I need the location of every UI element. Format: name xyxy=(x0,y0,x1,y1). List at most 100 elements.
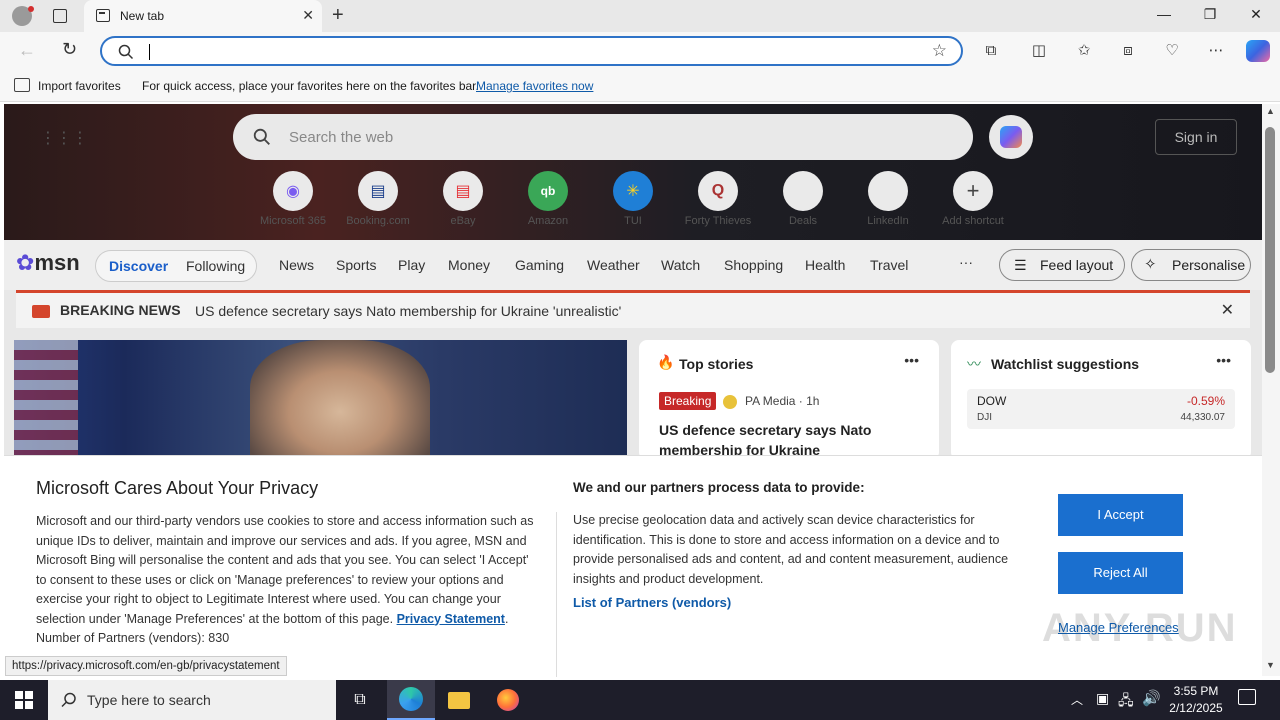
split-screen-icon[interactable]: ◫ xyxy=(1029,41,1049,61)
nav-news[interactable]: News xyxy=(279,257,314,273)
breaking-news-text[interactable]: US defence secretary says Nato membershi… xyxy=(195,303,621,319)
minimize-button[interactable]: — xyxy=(1154,6,1174,22)
card-more-icon[interactable]: ••• xyxy=(1216,352,1231,368)
folder-icon xyxy=(448,691,470,709)
favorite-star-icon[interactable]: ☆ xyxy=(932,41,947,61)
shortcut-forty-thieves[interactable]: Q Forty Thieves xyxy=(673,171,763,227)
manage-preferences-link[interactable]: Manage Preferences xyxy=(1058,620,1179,635)
privacy-body-text: Microsoft and our third-party vendors us… xyxy=(36,514,534,626)
breaking-news-banner[interactable]: BREAKING NEWS US defence secretary says … xyxy=(16,290,1250,328)
feed-toggle: Discover Following xyxy=(95,250,257,282)
card-more-icon[interactable]: ••• xyxy=(904,352,919,368)
network-icon[interactable]: 🖧 xyxy=(1118,690,1134,714)
system-clock[interactable]: 3:55 PM 2/12/2025 xyxy=(1166,683,1226,717)
tab-following[interactable]: Following xyxy=(186,258,245,274)
show-hidden-icons-icon[interactable]: ︿ xyxy=(1071,691,1083,708)
import-favorites-button[interactable]: Import favorites xyxy=(38,79,121,93)
favorites-bar: Import favorites For quick access, place… xyxy=(0,70,1280,102)
new-tab-button[interactable]: + xyxy=(332,4,344,27)
shortcut-deals[interactable]: Deals xyxy=(758,171,848,227)
back-button[interactable]: ← xyxy=(18,40,36,61)
privacy-title: Microsoft Cares About Your Privacy xyxy=(36,478,319,498)
nav-sports[interactable]: Sports xyxy=(336,257,376,273)
copilot-button[interactable] xyxy=(989,115,1033,159)
tab-new-tab[interactable]: New tab ✕ xyxy=(84,0,322,32)
msn-logo-text: msn xyxy=(34,250,80,275)
clock-time: 3:55 PM xyxy=(1173,684,1219,698)
extensions-icon[interactable]: ⧉ xyxy=(981,41,1001,61)
nav-money[interactable]: Money xyxy=(448,257,490,273)
shortcut-booking[interactable]: ▤ Booking.com xyxy=(333,171,423,227)
shortcut-add[interactable]: + Add shortcut xyxy=(928,171,1018,227)
nav-gaming[interactable]: Gaming xyxy=(515,257,564,273)
edge-taskbar-icon[interactable] xyxy=(387,680,435,720)
collections-icon[interactable]: ⧈ xyxy=(1118,41,1138,61)
shortcut-label: Add shortcut xyxy=(942,215,1004,227)
scrollbar-thumb[interactable] xyxy=(1265,127,1275,373)
tab-discover[interactable]: Discover xyxy=(109,258,168,274)
restore-button[interactable]: ❐ xyxy=(1200,6,1220,23)
privacy-statement-link[interactable]: Privacy Statement xyxy=(397,612,505,626)
tab-actions-icon[interactable] xyxy=(53,9,67,23)
top-stories-card: 🔥 Top stories ••• Breaking PA Media · 1h… xyxy=(639,340,939,478)
shortcut-amazon[interactable]: qb Amazon xyxy=(503,171,593,227)
shortcut-tui[interactable]: ✳ TUI xyxy=(588,171,678,227)
reject-all-button[interactable]: Reject All xyxy=(1058,552,1183,594)
sparkle-icon: ✧ xyxy=(1144,256,1157,273)
apps-launcher-icon[interactable]: ⋮⋮⋮ xyxy=(40,128,88,148)
taskbar-search-box[interactable]: Type here to search xyxy=(48,680,336,720)
web-search-box[interactable]: Search the web xyxy=(233,114,973,160)
accept-button[interactable]: I Accept xyxy=(1058,494,1183,536)
msn-logo[interactable]: ✿msn xyxy=(16,250,80,276)
scroll-up-icon[interactable]: ▲ xyxy=(1266,106,1275,116)
firefox-icon[interactable] xyxy=(484,680,532,720)
tab-title: New tab xyxy=(120,9,165,23)
stock-change: -0.59% xyxy=(1186,394,1225,408)
msn-butterfly-icon: ✿ xyxy=(16,250,35,275)
close-window-button[interactable]: ✕ xyxy=(1246,6,1266,23)
sign-in-button[interactable]: Sign in xyxy=(1155,119,1237,155)
nav-health[interactable]: Health xyxy=(805,257,845,273)
notification-dot xyxy=(28,6,34,12)
personalise-label: Personalise xyxy=(1172,257,1246,273)
breaking-news-label: BREAKING NEWS xyxy=(60,302,181,318)
nav-shopping[interactable]: Shopping xyxy=(724,257,783,273)
nav-play[interactable]: Play xyxy=(398,257,425,273)
status-bar-url: https://privacy.microsoft.com/en-gb/priv… xyxy=(5,656,287,676)
list-of-partners-link[interactable]: List of Partners (vendors) xyxy=(573,595,731,610)
start-button[interactable] xyxy=(0,680,48,720)
nav-watch[interactable]: Watch xyxy=(661,257,700,273)
clock-date: 2/12/2025 xyxy=(1169,701,1223,715)
feed-layout-button[interactable]: ☰ Feed layout xyxy=(999,249,1125,281)
shortcut-microsoft-365[interactable]: ◉ Microsoft 365 xyxy=(248,171,338,227)
browser-essentials-icon[interactable]: ♡ xyxy=(1162,41,1182,61)
watchlist-item-dow[interactable]: DOW DJI -0.59% 44,330.07 xyxy=(967,389,1235,429)
manage-favorites-link[interactable]: Manage favorites now xyxy=(476,79,593,93)
close-icon[interactable]: ✕ xyxy=(1221,300,1234,320)
shortcut-ebay[interactable]: ▤ eBay xyxy=(418,171,508,227)
pa-media-icon xyxy=(723,395,737,409)
device-icon[interactable]: ▣ xyxy=(1096,690,1109,707)
address-bar[interactable]: ☆ xyxy=(100,36,963,66)
favorites-icon[interactable]: ✩ xyxy=(1074,41,1094,61)
stock-symbol: DOW xyxy=(977,394,1007,408)
more-menu-icon[interactable]: ⋯ xyxy=(1206,41,1226,61)
scroll-down-icon[interactable]: ▼ xyxy=(1266,660,1275,670)
shortcut-linkedin[interactable]: LinkedIn xyxy=(843,171,933,227)
file-explorer-icon[interactable] xyxy=(435,680,483,720)
nav-travel[interactable]: Travel xyxy=(870,257,908,273)
personalise-button[interactable]: ✧ Personalise xyxy=(1131,249,1251,281)
notifications-icon[interactable] xyxy=(1238,689,1256,705)
shortcut-label: Deals xyxy=(788,215,818,227)
refresh-button[interactable]: ↻ xyxy=(62,39,77,60)
hero-story-image[interactable] xyxy=(14,340,627,460)
shortcut-label: LinkedIn xyxy=(867,215,909,227)
import-icon[interactable] xyxy=(14,78,30,92)
copilot-icon[interactable] xyxy=(1246,40,1270,62)
tab-close-icon[interactable]: ✕ xyxy=(302,7,314,24)
nav-weather[interactable]: Weather xyxy=(587,257,640,273)
task-view-icon[interactable]: ⧉ xyxy=(336,680,384,720)
volume-icon[interactable]: 🔊 xyxy=(1142,689,1161,707)
person-image xyxy=(250,340,430,460)
nav-more-button[interactable]: ··· xyxy=(959,254,973,270)
